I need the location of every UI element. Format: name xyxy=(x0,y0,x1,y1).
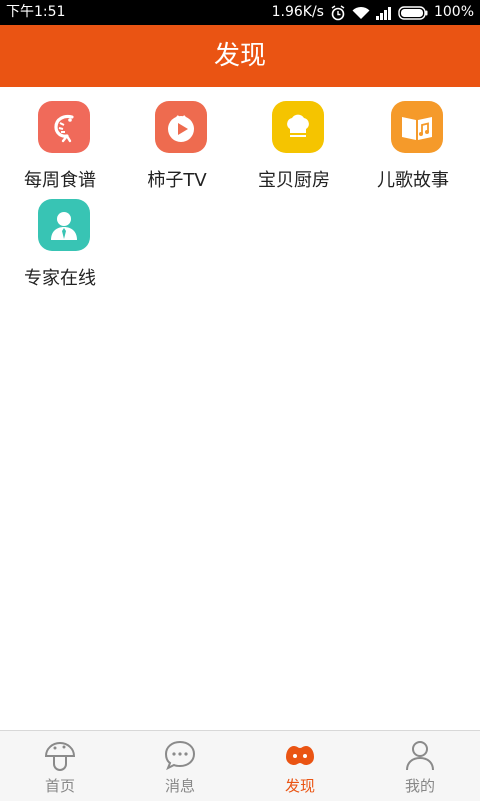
feature-weekly-recipe[interactable]: 每周食谱 xyxy=(0,87,120,191)
status-time: 下午1:51 xyxy=(6,4,66,20)
feature-label: 柿子TV xyxy=(147,170,207,191)
tab-discover[interactable]: 发现 xyxy=(240,731,360,801)
status-right: 1.96K/s 100% xyxy=(272,0,474,25)
wifi-icon xyxy=(352,6,370,20)
battery-icon xyxy=(398,5,428,20)
feature-label: 儿歌故事 xyxy=(377,170,449,191)
tab-label: 发现 xyxy=(284,777,315,795)
page-header: 发现 xyxy=(0,25,480,87)
feature-expert-online[interactable]: 专家在线 xyxy=(0,185,120,289)
feature-persimmon-tv[interactable]: 柿子TV xyxy=(117,87,237,191)
feature-label: 宝贝厨房 xyxy=(258,170,330,191)
chef-hat-icon xyxy=(272,101,324,153)
tab-label: 我的 xyxy=(404,777,435,795)
status-bar: 下午1:51 1.96K/s 100% xyxy=(0,0,480,25)
page-title: 发现 xyxy=(213,41,266,71)
chat-bubble-icon xyxy=(162,739,198,775)
feature-label: 专家在线 xyxy=(24,268,96,289)
tab-label: 首页 xyxy=(44,777,75,795)
feature-nursery-stories[interactable]: 儿歌故事 xyxy=(353,87,473,191)
feature-baby-kitchen[interactable]: 宝贝厨房 xyxy=(234,87,354,191)
tab-home[interactable]: 首页 xyxy=(0,731,120,801)
mushroom-home-icon xyxy=(42,739,78,775)
alarm-icon xyxy=(330,4,346,21)
bottom-tab-bar: 首页 消息 发现 我的 xyxy=(0,730,480,801)
tomato-play-icon xyxy=(155,101,207,153)
user-icon xyxy=(402,739,438,775)
discover-icon xyxy=(282,739,318,775)
signal-icon xyxy=(375,6,392,20)
battery-level: 100% xyxy=(433,4,474,20)
shrimp-icon xyxy=(38,101,90,153)
net-speed: 1.96K/s xyxy=(271,4,324,20)
tab-messages[interactable]: 消息 xyxy=(120,731,240,801)
music-book-icon xyxy=(391,101,443,153)
tab-label: 消息 xyxy=(164,777,195,795)
tab-profile[interactable]: 我的 xyxy=(360,731,480,801)
expert-icon xyxy=(38,199,90,251)
